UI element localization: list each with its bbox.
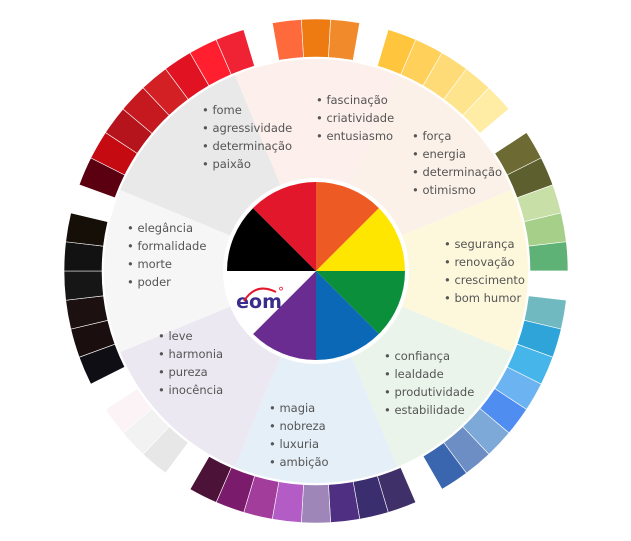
ring-swatch <box>301 484 331 524</box>
white-item-2: • harmonia <box>158 347 223 361</box>
yellow-item-2: • energia <box>412 147 466 161</box>
yellow-item-1: • força <box>412 129 451 143</box>
black-item-1: • elegância <box>127 221 193 235</box>
orange-item-3: • entusiasmo <box>316 129 393 143</box>
red-item-1: • fome <box>202 103 242 117</box>
white-item-3: • pureza <box>158 365 208 379</box>
ring-swatch <box>63 270 104 301</box>
red-item-2: • agressividade <box>202 121 292 135</box>
white-item-4: • inocência <box>158 383 223 397</box>
group-orange: • fascinação • criatividade • entusiasmo <box>316 93 394 143</box>
blue-item-4: • estabilidade <box>384 403 465 417</box>
logo-superscript: ° <box>278 285 284 299</box>
black-item-4: • poder <box>127 275 171 289</box>
inner-color-pie <box>227 182 405 360</box>
blue-item-3: • produtividade <box>384 385 474 399</box>
blue-item-2: • lealdade <box>384 367 444 381</box>
blue-item-1: • confiança <box>384 349 450 363</box>
purple-item-3: • luxuria <box>269 437 319 451</box>
black-item-2: • formalidade <box>127 239 206 253</box>
logo-text: eom <box>236 291 282 313</box>
color-wheel-diagram: eom ° • fome • agressividade • determina… <box>63 18 569 524</box>
purple-item-2: • nobreza <box>269 419 326 433</box>
ring-swatch <box>528 270 569 301</box>
purple-item-4: • ambição <box>269 455 329 469</box>
orange-item-2: • criatividade <box>316 111 394 125</box>
red-item-3: • determinação <box>202 139 292 153</box>
purple-item-1: • magia <box>269 401 315 415</box>
green-item-1: • segurança <box>444 237 515 251</box>
ring-swatch <box>63 241 104 272</box>
yellow-item-3: • determinação <box>412 165 502 179</box>
red-item-4: • paixão <box>202 157 251 171</box>
black-item-3: • morte <box>127 257 172 271</box>
ring-swatch <box>301 18 331 58</box>
yellow-item-4: • otimismo <box>412 183 476 197</box>
green-item-3: • crescimento <box>444 273 525 287</box>
white-item-1: • leve <box>158 329 193 343</box>
green-item-2: • renovação <box>444 255 515 269</box>
ring-swatch <box>528 241 569 272</box>
orange-item-1: • fascinação <box>316 93 388 107</box>
green-item-4: • bom humor <box>444 291 521 305</box>
